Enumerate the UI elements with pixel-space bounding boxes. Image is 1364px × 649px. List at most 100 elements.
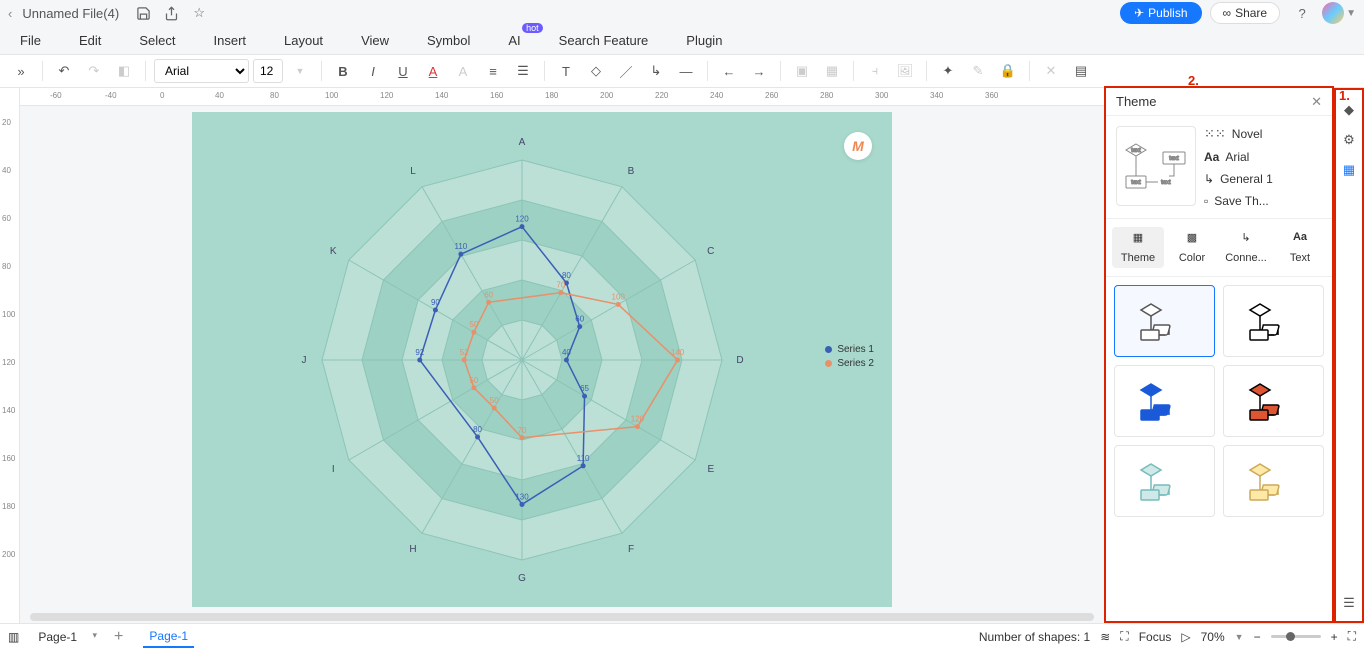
save-icon[interactable] bbox=[135, 5, 151, 21]
lock-icon[interactable]: 🔒 bbox=[995, 58, 1021, 84]
italic-icon[interactable]: I bbox=[360, 58, 386, 84]
line-style-icon[interactable]: — bbox=[673, 58, 699, 84]
fullscreen-icon[interactable]: ⛶ bbox=[1348, 629, 1356, 644]
theme-swatch-4[interactable] bbox=[1114, 445, 1215, 517]
edit-icon[interactable]: ✎ bbox=[965, 58, 991, 84]
canvas[interactable]: ABCDEFGHIJKL1208060406511013080929011070… bbox=[20, 106, 1104, 623]
avatar[interactable] bbox=[1322, 2, 1344, 24]
svg-text:50: 50 bbox=[469, 376, 478, 385]
svg-text:E: E bbox=[707, 464, 714, 475]
svg-text:90: 90 bbox=[431, 298, 440, 307]
theme-tab-connector[interactable]: ↳Conne... bbox=[1220, 227, 1272, 268]
theme-tab-color[interactable]: ▩Color bbox=[1166, 227, 1218, 268]
apps-grid-icon[interactable]: ▦ bbox=[1339, 160, 1359, 180]
theme-prop-connector[interactable]: ↳General 1 bbox=[1204, 172, 1322, 186]
pages-panel-icon[interactable]: ▥ bbox=[8, 630, 19, 644]
zoom-slider[interactable] bbox=[1271, 635, 1321, 638]
theme-swatch-1[interactable] bbox=[1223, 285, 1324, 357]
format-painter-icon[interactable]: ◧ bbox=[111, 58, 137, 84]
menu-plugin[interactable]: Plugin bbox=[686, 33, 722, 48]
menu-insert[interactable]: Insert bbox=[214, 33, 247, 48]
zoom-value[interactable]: 70% bbox=[1201, 630, 1225, 644]
font-select[interactable]: Arial bbox=[154, 59, 249, 83]
back-icon[interactable]: ‹ bbox=[8, 6, 12, 21]
presentation-icon[interactable]: ▷ bbox=[1181, 630, 1190, 644]
add-page-button[interactable]: + bbox=[114, 628, 123, 646]
menu-search[interactable]: Search Feature bbox=[559, 33, 649, 48]
page-tab-active[interactable]: Page-1 bbox=[143, 626, 194, 648]
zoom-caret-icon[interactable]: ▼ bbox=[1235, 632, 1244, 642]
menu-file[interactable]: File bbox=[20, 33, 41, 48]
file-name[interactable]: Unnamed File(4) bbox=[22, 6, 119, 21]
theme-tab-text[interactable]: AaText bbox=[1274, 227, 1326, 268]
zoom-in-icon[interactable]: + bbox=[1331, 630, 1338, 644]
svg-text:65: 65 bbox=[580, 384, 589, 393]
annotation-1: 1. bbox=[1339, 88, 1350, 103]
theme-tab-theme[interactable]: ▦Theme bbox=[1112, 227, 1164, 268]
theme-prop-save[interactable]: ▫Save Th... bbox=[1204, 194, 1322, 208]
redo-icon[interactable]: ↷ bbox=[81, 58, 107, 84]
theme-swatch-2[interactable] bbox=[1114, 365, 1215, 437]
line-color-icon[interactable]: ／ bbox=[613, 58, 639, 84]
close-icon[interactable]: ✕ bbox=[1311, 94, 1322, 110]
group-icon[interactable]: ▣ bbox=[789, 58, 815, 84]
text-color-icon[interactable]: A bbox=[420, 58, 446, 84]
avatar-menu-caret[interactable]: ▼ bbox=[1346, 8, 1356, 19]
tools-icon[interactable]: ✕ bbox=[1038, 58, 1064, 84]
menu-view[interactable]: View bbox=[361, 33, 389, 48]
menu-edit[interactable]: Edit bbox=[79, 33, 101, 48]
status-bar: ▥ Page-1 + Page-1 Number of shapes: 1 ≋ … bbox=[0, 623, 1364, 649]
page-dropdown[interactable]: Page-1 bbox=[29, 627, 104, 647]
settings-icon[interactable]: ⚙ bbox=[1339, 130, 1359, 150]
horizontal-scrollbar[interactable] bbox=[30, 613, 1094, 621]
menu-layout[interactable]: Layout bbox=[284, 33, 323, 48]
ai-sparkle-icon[interactable]: ✦ bbox=[935, 58, 961, 84]
menu-ai[interactable]: AIhot bbox=[508, 33, 520, 48]
zoom-out-icon[interactable]: − bbox=[1254, 630, 1261, 644]
star-icon[interactable]: ☆ bbox=[191, 5, 207, 21]
theme-prop-novel[interactable]: ⁙⁙Novel bbox=[1204, 126, 1322, 142]
menu-symbol[interactable]: Symbol bbox=[427, 33, 470, 48]
more-settings-icon[interactable]: ☰ bbox=[1339, 593, 1359, 613]
radar-chart[interactable]: ABCDEFGHIJKL1208060406511013080929011070… bbox=[192, 112, 892, 607]
theme-swatch-5[interactable] bbox=[1223, 445, 1324, 517]
help-icon[interactable]: ? bbox=[1294, 5, 1310, 21]
export-icon[interactable] bbox=[163, 5, 179, 21]
align-icon[interactable]: ≡ bbox=[480, 58, 506, 84]
theme-grid bbox=[1106, 277, 1332, 525]
font-size-input[interactable] bbox=[253, 59, 283, 83]
svg-text:80: 80 bbox=[562, 271, 571, 280]
templates-icon[interactable]: ▤ bbox=[1068, 58, 1094, 84]
image-icon[interactable]: 🖼 bbox=[892, 58, 918, 84]
theme-swatch-3[interactable] bbox=[1223, 365, 1324, 437]
connector-type-icon[interactable]: ↳ bbox=[643, 58, 669, 84]
fill-icon[interactable]: ◇ bbox=[583, 58, 609, 84]
vertical-ruler: 20406080100120140160180200 bbox=[0, 88, 20, 623]
style-fill-icon[interactable]: ◆ bbox=[1339, 100, 1359, 120]
publish-button[interactable]: ✈ Publish bbox=[1120, 2, 1201, 24]
menu-select[interactable]: Select bbox=[139, 33, 175, 48]
align-objects-icon[interactable]: ⫞ bbox=[862, 58, 888, 84]
fontsize-caret-icon[interactable]: ▼ bbox=[287, 58, 313, 84]
arrow-start-icon[interactable]: ← bbox=[716, 58, 742, 84]
layers-icon[interactable]: ≋ bbox=[1100, 630, 1110, 644]
color-grid-icon: ▩ bbox=[1183, 231, 1201, 249]
line-height-icon[interactable]: ☰ bbox=[510, 58, 536, 84]
title-bar: ‹ Unnamed File(4) ☆ ✈ Publish ∞ Share ? … bbox=[0, 0, 1364, 26]
underline-icon[interactable]: U bbox=[390, 58, 416, 84]
svg-text:110: 110 bbox=[455, 242, 468, 251]
canvas-wrapper: -60-400408010012014016018020022024026028… bbox=[20, 88, 1104, 623]
focus-label[interactable]: Focus bbox=[1139, 630, 1172, 644]
bold-icon[interactable]: B bbox=[330, 58, 356, 84]
arrow-end-icon[interactable]: → bbox=[746, 58, 772, 84]
theme-prop-font[interactable]: AaArial bbox=[1204, 150, 1322, 164]
share-button[interactable]: ∞ Share bbox=[1210, 2, 1281, 24]
ungroup-icon[interactable]: ▦ bbox=[819, 58, 845, 84]
text-tool-icon[interactable]: T bbox=[553, 58, 579, 84]
theme-swatch-0[interactable] bbox=[1114, 285, 1215, 357]
expand-left-icon[interactable]: » bbox=[8, 58, 34, 84]
text-opacity-icon[interactable]: A bbox=[450, 58, 476, 84]
fit-icon[interactable]: ⛶ bbox=[1120, 629, 1128, 644]
legend-dot-2 bbox=[825, 360, 832, 367]
undo-icon[interactable]: ↶ bbox=[51, 58, 77, 84]
